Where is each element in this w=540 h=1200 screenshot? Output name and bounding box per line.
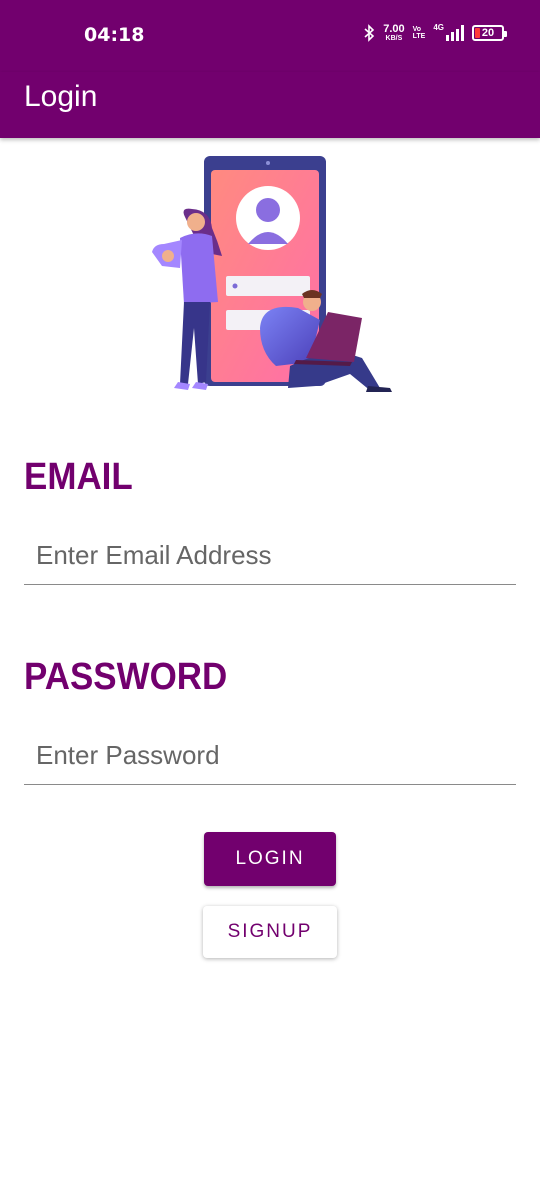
- network-speed-unit: KB/S: [385, 35, 403, 42]
- login-button[interactable]: LOGIN: [204, 832, 336, 886]
- network-speed-value: 7.00: [383, 23, 405, 35]
- status-bar: 04:18 7.00 KB/S Vo LTE 4G 20: [0, 0, 540, 72]
- battery-icon: 20: [472, 25, 507, 41]
- app-bar: Login: [0, 72, 540, 138]
- volte-bottom: LTE: [412, 33, 426, 40]
- network-speed: 7.00 KB/S: [383, 23, 405, 43]
- network-type: 4G: [433, 22, 444, 32]
- email-field[interactable]: [24, 527, 516, 585]
- battery-tip: [504, 31, 507, 37]
- login-illustration: [152, 156, 392, 392]
- status-time: 04:18: [84, 24, 145, 46]
- battery-level: 20: [481, 27, 495, 39]
- volte-top: Vo: [412, 26, 422, 33]
- password-field[interactable]: [24, 727, 516, 785]
- email-label: EMAIL: [24, 456, 133, 498]
- volte-indicator: Vo LTE: [413, 26, 426, 40]
- battery-fill: [475, 28, 480, 38]
- password-label: PASSWORD: [24, 656, 228, 698]
- bluetooth-icon: [364, 24, 375, 42]
- page-title: Login: [24, 80, 98, 113]
- status-icons: 7.00 KB/S Vo LTE 4G 20: [363, 22, 507, 43]
- signal-strength-icon: [446, 25, 464, 41]
- signup-button[interactable]: SIGNUP: [203, 906, 337, 958]
